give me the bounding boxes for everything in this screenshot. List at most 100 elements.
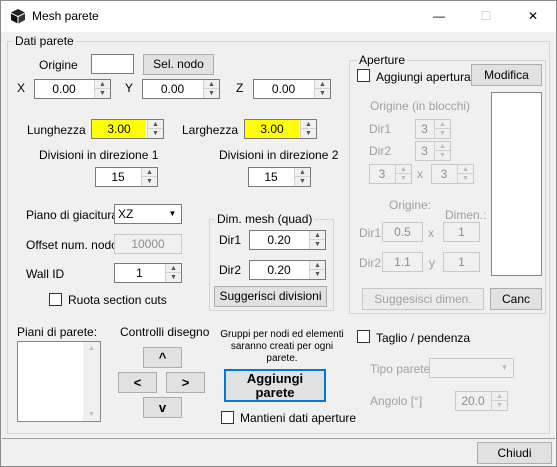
spin-up-icon[interactable]: ▲ — [142, 168, 157, 177]
scroll-up-icon[interactable]: ▲ — [83, 345, 100, 352]
grid-a-spinner[interactable]: 3 ▲ ▼ — [369, 164, 412, 184]
ap-d-dir2-input[interactable]: 1 — [443, 252, 480, 272]
div2-spinner[interactable]: 15 ▲ ▼ — [248, 167, 311, 187]
mesh-dir2-spinner[interactable]: 0.20 ▲ ▼ — [249, 260, 326, 280]
ap-o-dir2-input[interactable]: 1.1 — [382, 252, 423, 272]
spin-up-icon[interactable]: ▲ — [148, 120, 163, 129]
sel-nodo-button[interactable]: Sel. nodo — [143, 54, 214, 75]
spin-down-icon[interactable]: ▼ — [301, 129, 316, 138]
mesh-dir1-spinner[interactable]: 0.20 ▲ ▼ — [249, 230, 326, 250]
move-down-button[interactable]: v — [143, 397, 182, 418]
larghezza-spinner[interactable]: 3.00 ▲ ▼ — [244, 119, 317, 139]
origine-input[interactable] — [91, 54, 134, 74]
spin-up-icon[interactable]: ▲ — [435, 142, 450, 151]
spin-down-icon[interactable]: ▼ — [142, 177, 157, 186]
spin-up-icon[interactable]: ▲ — [435, 120, 450, 129]
y-spinner[interactable]: 0.00 ▲ ▼ — [142, 79, 220, 99]
div1-spinner[interactable]: 15 ▲ ▼ — [95, 167, 158, 187]
title-bar[interactable]: Mesh parete — ☐ ✕ — [1, 1, 556, 32]
maximize-button[interactable]: ☐ — [463, 1, 509, 32]
ap-dir1-value: 3 — [421, 122, 428, 136]
chevron-down-icon[interactable]: ▼ — [496, 359, 513, 377]
z-spinner[interactable]: 0.00 ▲ ▼ — [253, 79, 331, 99]
angolo-label: Angolo [°] — [370, 394, 423, 408]
ap-d-dir1-input[interactable]: 1 — [443, 222, 480, 242]
aperture-listbox[interactable] — [491, 92, 542, 276]
mesh-dir1-label: Dir1 — [219, 233, 242, 247]
taglio-checkbox[interactable] — [357, 330, 370, 343]
spin-up-icon[interactable]: ▲ — [166, 264, 181, 273]
spin-up-icon[interactable]: ▲ — [492, 392, 507, 401]
chevron-down-icon[interactable]: ▼ — [164, 205, 181, 223]
chiudi-button[interactable]: Chiudi — [477, 442, 552, 464]
origine-label: Origine — [39, 58, 78, 72]
larghezza-value: 3.00 — [245, 120, 299, 138]
spin-down-icon[interactable]: ▼ — [295, 177, 310, 186]
spin-down-icon[interactable]: ▼ — [95, 89, 110, 98]
suggerisci-divisioni-button[interactable]: Suggerisci divisioni — [214, 286, 327, 307]
offset-label: Offset num. nodo — [26, 238, 118, 252]
spin-down-icon[interactable]: ▼ — [396, 174, 411, 183]
spin-up-icon[interactable]: ▲ — [310, 231, 325, 240]
mesh-dir2-label: Dir2 — [219, 263, 242, 277]
ap-dir1-spinner[interactable]: 3 ▲ ▼ — [415, 119, 451, 139]
piani-scrollbar[interactable]: ▲ ▼ — [83, 342, 100, 421]
aggiungi-parete-line1: Aggiungi — [246, 371, 304, 386]
ap-dir2-label: Dir2 — [369, 144, 392, 158]
gruppi-note-line1: Gruppi per nodi ed elementi — [220, 329, 344, 340]
gruppi-note-line3: parete. — [266, 353, 298, 364]
spin-up-icon[interactable]: ▲ — [315, 80, 330, 89]
spin-down-icon[interactable]: ▼ — [315, 89, 330, 98]
spin-up-icon[interactable]: ▲ — [204, 80, 219, 89]
move-left-button[interactable]: < — [118, 372, 157, 393]
lunghezza-spinner[interactable]: 3.00 ▲ ▼ — [91, 119, 164, 139]
spin-down-icon[interactable]: ▼ — [435, 129, 450, 138]
spin-up-icon[interactable]: ▲ — [396, 165, 411, 174]
ap-o-dir1-input[interactable]: 0.5 — [382, 222, 423, 242]
x-spinner[interactable]: 0.00 ▲ ▼ — [34, 79, 111, 99]
spin-down-icon[interactable]: ▼ — [204, 89, 219, 98]
ap-dir1-label: Dir1 — [369, 122, 392, 136]
aggiungi-apertura-checkbox[interactable] — [357, 69, 370, 82]
spin-up-icon[interactable]: ▲ — [310, 261, 325, 270]
ruota-checkbox[interactable] — [49, 293, 62, 306]
grid-b-spinner[interactable]: 3 ▲ ▼ — [431, 164, 474, 184]
origine-blocchi-label: Origine (in blocchi) — [370, 99, 471, 113]
offset-input[interactable]: 10000 — [114, 234, 182, 254]
aggiungi-parete-button[interactable]: Aggiungi parete — [224, 369, 326, 402]
suggerisci-dimen-button[interactable]: Suggesisci dimen. — [362, 288, 484, 310]
spin-down-icon[interactable]: ▼ — [458, 174, 473, 183]
canc-button[interactable]: Canc — [490, 288, 542, 310]
ap-origine-label: Origine: — [389, 198, 432, 212]
lunghezza-value: 3.00 — [92, 120, 146, 138]
minimize-button[interactable]: — — [416, 1, 462, 32]
div1-label: Divisioni in direzione 1 — [39, 148, 159, 162]
spin-up-icon[interactable]: ▲ — [458, 165, 473, 174]
tipo-parete-combo[interactable]: ▼ — [429, 358, 514, 378]
taglio-label: Taglio / pendenza — [376, 331, 471, 345]
spin-down-icon[interactable]: ▼ — [492, 401, 507, 410]
spin-down-icon[interactable]: ▼ — [148, 129, 163, 138]
spin-down-icon[interactable]: ▼ — [435, 151, 450, 160]
spin-up-icon[interactable]: ▲ — [295, 168, 310, 177]
spin-down-icon[interactable]: ▼ — [310, 270, 325, 279]
spin-down-icon[interactable]: ▼ — [310, 240, 325, 249]
angolo-spinner[interactable]: 20.0 ▲ ▼ — [455, 391, 508, 411]
close-button[interactable]: ✕ — [510, 1, 556, 32]
grid-b-value: 3 — [440, 167, 448, 181]
piano-label: Piano di giacitura — [26, 208, 119, 222]
wallid-spinner[interactable]: 1 ▲ ▼ — [114, 263, 182, 283]
ap-dir2-spinner[interactable]: 3 ▲ ▼ — [415, 141, 451, 161]
mantieni-checkbox[interactable] — [221, 411, 234, 424]
piani-listbox[interactable]: ▲ ▼ — [17, 341, 101, 422]
spin-down-icon[interactable]: ▼ — [166, 273, 181, 282]
piano-combo[interactable]: XZ ▼ — [114, 204, 182, 224]
scroll-down-icon[interactable]: ▼ — [83, 411, 100, 418]
move-right-button[interactable]: > — [166, 372, 205, 393]
piano-value: XZ — [118, 207, 134, 221]
spin-up-icon[interactable]: ▲ — [301, 120, 316, 129]
move-up-button[interactable]: ^ — [143, 347, 182, 368]
spin-up-icon[interactable]: ▲ — [95, 80, 110, 89]
larghezza-label: Larghezza — [182, 123, 239, 137]
modifica-button[interactable]: Modifica — [471, 64, 542, 86]
